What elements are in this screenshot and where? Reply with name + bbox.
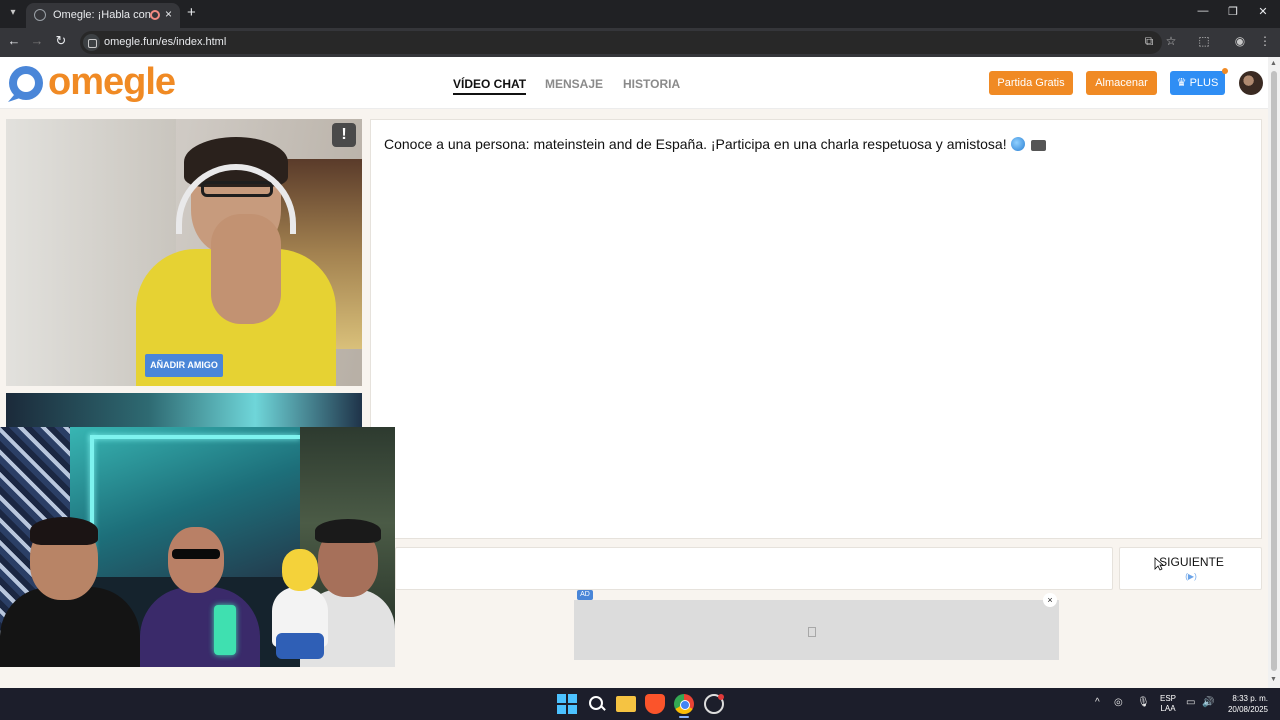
minimize-icon[interactable]: — [1188, 5, 1218, 17]
omegle-page: omegle VÍDEO CHAT MENSAJE HISTORIA Parti… [0, 57, 1268, 688]
browser-tab[interactable]: Omegle: ¡Habla con Desconocidos! × [26, 3, 180, 28]
recording-indicator-icon [150, 10, 160, 20]
nav-video-chat[interactable]: VÍDEO CHAT [453, 77, 527, 95]
next-button-label: SIGUIENTE [1159, 555, 1224, 569]
url-text: omegle.fun/es/index.html [104, 36, 227, 48]
plus-button[interactable]: ♛ PLUS [1170, 68, 1228, 95]
nav-history[interactable]: HISTORIA [623, 77, 680, 91]
system-message: Conoce a una persona: mateinstein and de… [384, 136, 1046, 152]
clock-time: 8:33 p. m. [1232, 694, 1268, 703]
system-message-text: Conoce a una persona: mateinstein and de… [384, 136, 1007, 152]
scroll-thumb[interactable] [1271, 71, 1277, 671]
nav-message[interactable]: MENSAJE [545, 77, 603, 91]
volume-icon[interactable]: 🔊 [1202, 697, 1214, 708]
tab-search-menu-icon[interactable]: ▾ [4, 4, 22, 22]
tab-favicon-icon [34, 9, 46, 21]
report-button[interactable]: ! [332, 123, 356, 147]
address-bar[interactable]: omegle.fun/es/index.html [80, 31, 1162, 54]
omegle-logo-icon[interactable] [6, 65, 46, 103]
play-icon: (▶) [1185, 572, 1197, 581]
site-header: omegle VÍDEO CHAT MENSAJE HISTORIA Parti… [0, 57, 1268, 109]
ad-banner[interactable] [574, 600, 1059, 660]
reload-icon[interactable]: ↻ [52, 33, 70, 49]
broken-image-icon [808, 627, 816, 637]
clock-date: 20/08/2025 [1227, 705, 1268, 714]
scroll-up-icon[interactable]: ▲ [1270, 60, 1277, 67]
scroll-down-icon[interactable]: ▼ [1270, 676, 1277, 683]
avatar[interactable] [1239, 71, 1263, 95]
notification-dot [1222, 68, 1228, 74]
next-button[interactable]: SIGUIENTE (▶) [1119, 547, 1262, 590]
tab-close-icon[interactable]: × [165, 7, 172, 21]
windows-taskbar: ^ ◎ 🎙 ▭ 🔊 [0, 688, 1280, 720]
extensions-icon[interactable]: ⬚ [1196, 34, 1212, 48]
forward-icon[interactable]: → [28, 33, 46, 48]
omegle-logo-text[interactable]: omegle [48, 61, 176, 104]
self-video [6, 393, 362, 431]
search-icon[interactable] [587, 694, 607, 714]
file-explorer-icon[interactable] [616, 696, 636, 712]
camera-emoji-icon [1030, 140, 1046, 151]
network-icon[interactable]: ▭ [1186, 697, 1195, 708]
globe-emoji-icon [1010, 137, 1025, 151]
page-scrollbar[interactable]: ▲ ▼ [1268, 57, 1280, 688]
site-info-icon[interactable] [83, 34, 100, 51]
cast-icon[interactable]: ⧉ [1141, 34, 1157, 49]
window-close-icon[interactable]: ✕ [1248, 5, 1278, 18]
ad-close-icon[interactable]: × [1043, 593, 1057, 607]
browser-tab-bar: ▾ Omegle: ¡Habla con Desconocidos! × + —… [0, 0, 1280, 28]
brave-browser-icon[interactable] [645, 694, 665, 714]
browser-menu-icon[interactable]: ⋮ [1257, 34, 1273, 48]
crown-icon: ♛ [1176, 77, 1190, 89]
browser-toolbar: ← → ↻ omegle.fun/es/index.html ⧉ ☆ ⬚ ◉ ⋮ [0, 28, 1280, 57]
tray-overflow-icon[interactable]: ^ [1095, 697, 1100, 708]
profile-icon[interactable]: ◉ [1232, 34, 1248, 48]
free-game-button[interactable]: Partida Gratis [989, 71, 1073, 95]
language-code: ESP [1159, 694, 1176, 703]
store-button[interactable]: Almacenar [1086, 71, 1157, 95]
message-input[interactable] [395, 547, 1113, 590]
taskbar-clock[interactable]: 8:33 p. m. 20/08/2025 [1222, 693, 1268, 715]
mouse-cursor-icon [1154, 557, 1164, 571]
add-friend-button[interactable]: AÑADIR AMIGO [145, 354, 223, 377]
keyboard-layout: LAA [1160, 704, 1176, 713]
microphone-icon[interactable]: 🎙 [1137, 697, 1150, 708]
chat-log: Conoce a una persona: mateinstein and de… [370, 119, 1262, 539]
tray-app-icon[interactable]: ◎ [1114, 697, 1123, 708]
language-indicator[interactable]: ESP LAA [1158, 694, 1178, 714]
stranger-video: ! AÑADIR AMIGO [6, 119, 362, 386]
streamer-webcam-overlay [0, 427, 395, 667]
restore-icon[interactable]: ❐ [1218, 5, 1248, 18]
recording-dot [718, 694, 724, 700]
windows-start-icon[interactable] [557, 694, 577, 714]
back-icon[interactable]: ← [5, 33, 23, 48]
plus-label: PLUS [1189, 77, 1219, 89]
ad-tag: AD [577, 590, 593, 600]
tab-title: Omegle: ¡Habla con Desconocidos! [53, 9, 153, 21]
active-app-indicator [679, 716, 689, 718]
chrome-icon[interactable] [674, 694, 694, 714]
bookmark-star-icon[interactable]: ☆ [1163, 34, 1179, 48]
new-tab-button[interactable]: + [187, 4, 196, 21]
